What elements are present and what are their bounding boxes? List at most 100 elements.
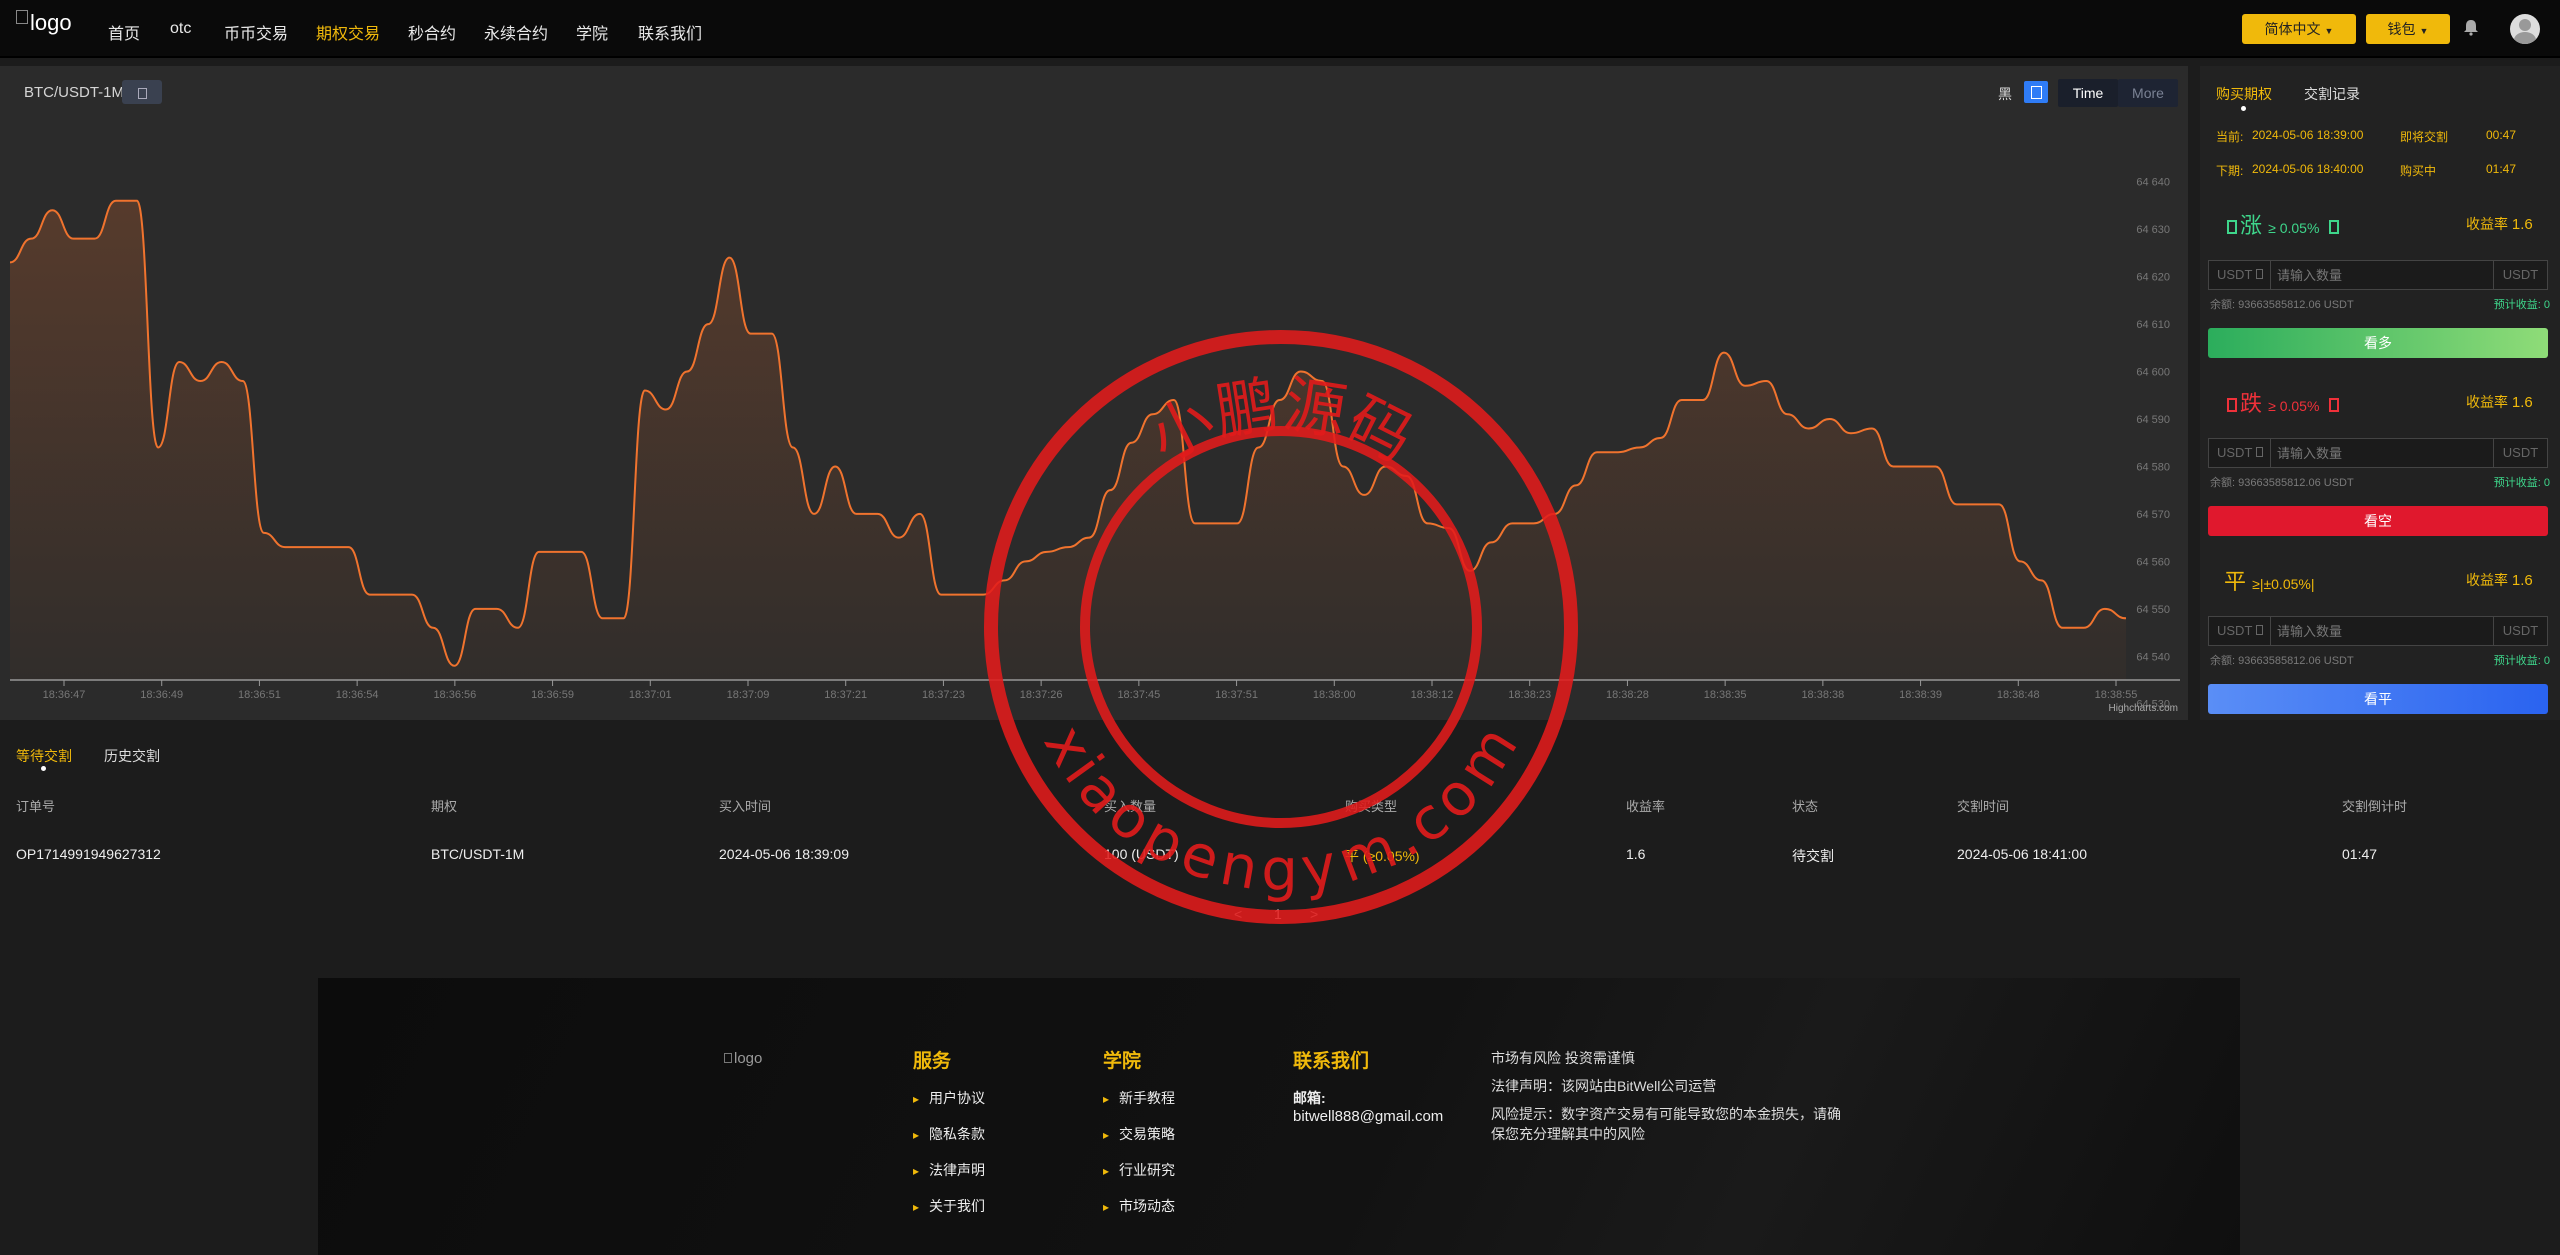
nav-home[interactable]: 首页 <box>108 20 140 44</box>
option-order-panel: 购买期权 交割记录 当前: 2024-05-06 18:39:00 即将交割 0… <box>2200 66 2560 720</box>
nav-spot[interactable]: 币币交易 <box>224 20 288 44</box>
col-delivery-time: 交割时间 <box>1957 799 2010 814</box>
x-tick-label: 18:36:54 <box>336 689 379 701</box>
footer-link-legal[interactable]: 法律声明 <box>913 1160 985 1180</box>
x-tick-label: 18:38:28 <box>1606 689 1649 701</box>
col-option: 期权 <box>431 799 458 814</box>
y-tick-label: 64 630 <box>2136 224 2170 236</box>
x-tick-label: 18:37:51 <box>1215 689 1258 701</box>
footer-link-tutorial[interactable]: 新手教程 <box>1103 1088 1175 1108</box>
nav-perpetual[interactable]: 永续合约 <box>484 20 548 44</box>
col-buy-amount: 买入数量 <box>1104 799 1157 814</box>
y-tick-label: 64 610 <box>2136 319 2170 331</box>
active-tab-dot <box>2241 106 2246 111</box>
top-navbar: logo 首页 otc 币币交易 期权交易 秒合约 永续合约 学院 联系我们 简… <box>0 0 2560 58</box>
square-icon <box>2256 269 2264 279</box>
option-down-amount-box: USDT USDT <box>2208 438 2548 468</box>
option-flat-ratio: 收益率 1.6 <box>2466 572 2533 589</box>
nav-academy[interactable]: 学院 <box>576 20 608 44</box>
y-tick-label: 64 550 <box>2136 604 2170 616</box>
next-period-countdown: 01:47 <box>2486 162 2517 176</box>
y-tick-label: 64 600 <box>2136 367 2170 379</box>
tab-buy-option[interactable]: 购买期权 <box>2216 84 2272 104</box>
footer-risk-2: 法律声明：该网站由BitWell公司运营 <box>1491 1078 1717 1094</box>
footer-link-strategy[interactable]: 交易策略 <box>1103 1124 1175 1144</box>
y-tick-label: 64 570 <box>2136 509 2170 521</box>
square-icon <box>2227 220 2237 234</box>
x-tick-label: 18:37:26 <box>1020 689 1063 701</box>
footer-link-user-agreement[interactable]: 用户协议 <box>913 1088 985 1108</box>
footer-link-market-news[interactable]: 市场动态 <box>1103 1196 1175 1216</box>
tab-delivery-history[interactable]: 历史交割 <box>104 746 160 766</box>
nav-options[interactable]: 期权交易 <box>316 20 380 44</box>
footer-email-label: 邮箱: <box>1293 1090 1326 1106</box>
user-avatar[interactable] <box>2510 14 2540 44</box>
currency-suffix: USDT <box>2493 439 2547 467</box>
current-period-status: 即将交割 <box>2400 130 2449 144</box>
option-up-header: 涨 ≥ 0.05% <box>2224 208 2342 240</box>
option-down-amount-input[interactable] <box>2277 441 2477 465</box>
x-tick-label: 18:38:00 <box>1313 689 1356 701</box>
pagination-next[interactable]: > <box>1310 906 1318 922</box>
nav-contact[interactable]: 联系我们 <box>638 20 702 44</box>
bell-icon[interactable] <box>2462 18 2480 36</box>
option-flat-balance: 余额: 93663585812.06 USDT <box>2210 655 2354 667</box>
wallet-dropdown[interactable]: 钱包 ▼ <box>2366 14 2450 44</box>
cell-countdown: 01:47 <box>2342 846 2378 862</box>
tab-pending-delivery[interactable]: 等待交割 <box>16 746 72 766</box>
pagination-prev[interactable]: < <box>1234 906 1242 922</box>
buy-down-button[interactable]: 看空 <box>2208 506 2548 536</box>
tab-delivery-records[interactable]: 交割记录 <box>2304 84 2360 104</box>
x-tick-label: 18:36:49 <box>140 689 183 701</box>
buy-flat-button[interactable]: 看平 <box>2208 684 2548 714</box>
footer-link-about[interactable]: 关于我们 <box>913 1196 985 1216</box>
currency-select[interactable]: USDT <box>2209 617 2271 645</box>
currency-suffix: USDT <box>2493 261 2547 289</box>
cell-order-id: OP1714991949627312 <box>16 846 161 862</box>
x-tick-label: 18:38:38 <box>1801 689 1844 701</box>
cell-buy-type: 平 (≥0.05%) <box>1345 848 1420 864</box>
x-tick-label: 18:37:09 <box>727 689 770 701</box>
highcharts-credit[interactable]: Highcharts.com <box>2109 703 2178 714</box>
x-tick-label: 18:36:51 <box>238 689 281 701</box>
square-icon <box>2328 220 2339 234</box>
col-countdown: 交割倒计时 <box>2342 799 2408 814</box>
next-period-label: 下期: <box>2216 164 2244 178</box>
currency-select[interactable]: USDT <box>2209 261 2271 289</box>
footer-link-privacy[interactable]: 隐私条款 <box>913 1124 985 1144</box>
footer-academy-title: 学院 <box>1103 1051 1142 1072</box>
pagination-page-1[interactable]: 1 <box>1274 906 1282 922</box>
footer-risk-1: 市场有风险 投资需谨慎 <box>1491 1050 1635 1066</box>
option-flat-amount-input[interactable] <box>2277 619 2477 643</box>
col-buy-time: 买入时间 <box>719 799 772 814</box>
option-flat-amount-box: USDT USDT <box>2208 616 2548 646</box>
footer-logo[interactable]: logo <box>724 1050 762 1067</box>
price-chart: 64 640 64 630 64 620 64 610 64 600 64 590 64 5… <box>9 177 2180 711</box>
col-order-id: 订单号 <box>16 799 56 814</box>
cell-buy-time: 2024-05-06 18:39:09 <box>719 846 849 862</box>
y-tick-label: 64 540 <box>2136 651 2170 663</box>
x-tick-label: 18:37:21 <box>824 689 867 701</box>
nav-otc[interactable]: otc <box>170 20 191 38</box>
nav-second-contract[interactable]: 秒合约 <box>408 20 456 44</box>
y-tick-label: 64 590 <box>2136 414 2170 426</box>
footer-link-research[interactable]: 行业研究 <box>1103 1160 1175 1180</box>
caret-down-icon: ▼ <box>2419 26 2429 36</box>
square-icon <box>2227 398 2237 412</box>
x-tick-label: 18:38:35 <box>1704 689 1747 701</box>
square-icon <box>2256 447 2264 457</box>
language-dropdown[interactable]: 简体中文 ▼ <box>2242 14 2356 44</box>
site-logo[interactable]: logo <box>16 10 72 36</box>
next-period-status: 购买中 <box>2400 164 2437 178</box>
option-up-amount-input[interactable] <box>2277 263 2477 287</box>
y-tick-label: 64 620 <box>2136 272 2170 284</box>
footer-email[interactable]: bitwell888@gmail.com <box>1293 1108 1443 1125</box>
buy-up-button[interactable]: 看多 <box>2208 328 2548 358</box>
col-status: 状态 <box>1792 799 1819 814</box>
footer-contact-title: 联系我们 <box>1293 1051 1370 1072</box>
current-period-label: 当前: <box>2216 130 2244 144</box>
currency-select[interactable]: USDT <box>2209 439 2271 467</box>
x-tick-label: 18:36:59 <box>531 689 574 701</box>
option-down-header: 跌 ≥ 0.05% <box>2224 386 2342 418</box>
y-tick-label: 64 580 <box>2136 461 2170 473</box>
